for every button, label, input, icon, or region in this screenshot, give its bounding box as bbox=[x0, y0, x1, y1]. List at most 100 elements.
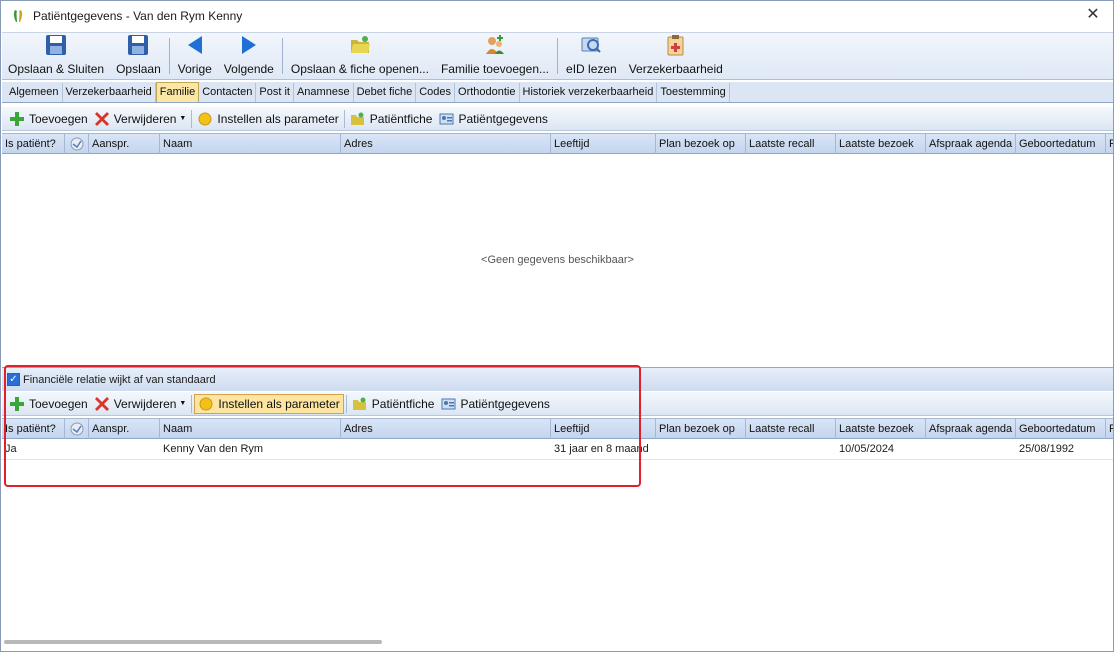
column-header-aanspr[interactable]: Aanspr. bbox=[89, 419, 160, 439]
column-header-plan-bezoek[interactable]: Plan bezoek op bbox=[656, 134, 746, 154]
insurability-button[interactable]: Verzekerbaarheid bbox=[623, 33, 729, 79]
tab-toestemming[interactable]: Toestemming bbox=[657, 83, 730, 102]
remove-label: Verwijderen bbox=[113, 111, 177, 126]
bottom-grid-header: Is patiënt? Aanspr. Naam Adres Leeftijd … bbox=[2, 418, 1113, 439]
tab-orthodontie[interactable]: Orthodontie bbox=[455, 83, 520, 102]
remove-button[interactable]: Verwijderen ▼ bbox=[91, 109, 190, 129]
horizontal-scrollbar[interactable] bbox=[4, 640, 382, 644]
toolbar-separator bbox=[343, 109, 345, 128]
save-icon bbox=[128, 35, 149, 55]
cell-recall bbox=[65, 440, 89, 459]
tab-algemeen[interactable]: Algemeen bbox=[6, 83, 63, 102]
folder-open-icon bbox=[350, 36, 370, 53]
cell-laatste-bezoek: 10/05/2024 bbox=[839, 443, 895, 455]
cell-is-patient: Ja bbox=[5, 443, 17, 455]
column-header-extra[interactable]: F bbox=[1106, 134, 1113, 154]
patient-card-button[interactable]: Patiëntfiche bbox=[347, 109, 436, 129]
patient-card-label: Patiëntfiche bbox=[371, 396, 435, 411]
table-row[interactable]: Ja Kenny Van den Rym 31 jaar en 8 maand … bbox=[2, 440, 1113, 460]
column-header-aanspr[interactable]: Aanspr. bbox=[89, 134, 160, 154]
previous-label: Vorige bbox=[177, 62, 212, 76]
column-header-laatste-recall[interactable]: Laatste recall bbox=[746, 134, 836, 154]
delete-icon bbox=[94, 111, 109, 126]
cell-laatste-recall bbox=[746, 440, 836, 459]
save-open-card-button[interactable]: Opslaan & fiche openen... bbox=[285, 33, 435, 79]
column-header-afspraak[interactable]: Afspraak agenda bbox=[926, 134, 1016, 154]
save-label: Opslaan bbox=[116, 62, 161, 76]
financial-relation-checkbox[interactable]: ✓ bbox=[7, 373, 20, 386]
delete-icon bbox=[94, 396, 109, 411]
financial-relation-bar: ✓ Financiële relatie wijkt af van standa… bbox=[2, 367, 1113, 391]
circle-icon bbox=[198, 112, 212, 125]
add-family-button[interactable]: Familie toevoegen... bbox=[435, 33, 555, 79]
patient-card-button[interactable]: Patiëntfiche bbox=[349, 394, 438, 414]
add-button[interactable]: Toevoegen bbox=[6, 109, 91, 129]
column-header-laatste-recall[interactable]: Laatste recall bbox=[746, 419, 836, 439]
add-button[interactable]: Toevoegen bbox=[6, 394, 91, 414]
next-button[interactable]: Volgende bbox=[218, 33, 280, 79]
tab-strip: Algemeen Verzekerbaarheid Familie Contac… bbox=[2, 82, 1113, 103]
cell-naam: Kenny Van den Rym bbox=[163, 443, 264, 455]
patient-data-button[interactable]: Patiëntgegevens bbox=[437, 394, 552, 414]
remove-label: Verwijderen bbox=[113, 396, 177, 411]
save-close-button[interactable]: Opslaan & Sluiten bbox=[2, 33, 110, 79]
arrow-right-icon bbox=[241, 36, 256, 54]
read-eid-button[interactable]: eID lezen bbox=[560, 33, 623, 79]
add-label: Toevoegen bbox=[29, 396, 88, 411]
patient-data-button[interactable]: Patiëntgegevens bbox=[435, 109, 550, 129]
cell-aanspr bbox=[89, 440, 160, 459]
column-header-laatste-bezoek[interactable]: Laatste bezoek bbox=[836, 134, 926, 154]
tab-debet-fiche[interactable]: Debet fiche bbox=[354, 83, 417, 102]
column-header-afspraak[interactable]: Afspraak agenda bbox=[926, 419, 1016, 439]
tab-contacten[interactable]: Contacten bbox=[199, 83, 257, 102]
app-icon bbox=[13, 10, 23, 22]
column-header-geboortedatum[interactable]: Geboortedatum bbox=[1016, 419, 1106, 439]
financial-toolbar: Toevoegen Verwijderen ▼ Instellen als pa… bbox=[2, 392, 1113, 416]
family-add-icon bbox=[485, 35, 504, 54]
ribbon-toolbar: Opslaan & Sluiten Opslaan Vorige Volgend… bbox=[2, 32, 1113, 80]
column-header-adres[interactable]: Adres bbox=[341, 419, 551, 439]
id-card-icon bbox=[581, 37, 602, 53]
column-header-naam[interactable]: Naam bbox=[160, 419, 341, 439]
patient-card-label: Patiëntfiche bbox=[369, 111, 433, 126]
patient-details-window: Patiëntgegevens - Van den Rym Kenny ✕ Op… bbox=[0, 0, 1114, 652]
tab-familie[interactable]: Familie bbox=[155, 82, 200, 102]
ribbon-separator bbox=[557, 38, 559, 74]
column-header-geboortedatum[interactable]: Geboortedatum bbox=[1016, 134, 1106, 154]
remove-button[interactable]: Verwijderen ▼ bbox=[91, 394, 190, 414]
set-parameter-button[interactable]: Instellen als parameter bbox=[194, 109, 341, 129]
column-header-plan-bezoek[interactable]: Plan bezoek op bbox=[656, 419, 746, 439]
plus-icon bbox=[10, 111, 24, 126]
column-header-is-patient[interactable]: Is patiënt? bbox=[2, 134, 65, 154]
ribbon-separator bbox=[281, 38, 283, 74]
previous-button[interactable]: Vorige bbox=[172, 33, 218, 79]
cell-plan-bezoek bbox=[656, 440, 746, 459]
column-header-adres[interactable]: Adres bbox=[341, 134, 551, 154]
ribbon-separator bbox=[168, 38, 170, 74]
tab-anamnese[interactable]: Anamnese bbox=[294, 83, 354, 102]
folder-icon bbox=[351, 112, 365, 125]
tab-verzekerbaarheid[interactable]: Verzekerbaarheid bbox=[63, 83, 156, 102]
tab-codes[interactable]: Codes bbox=[416, 83, 456, 102]
column-header-leeftijd[interactable]: Leeftijd bbox=[551, 419, 656, 439]
set-parameter-label: Instellen als parameter bbox=[218, 396, 340, 411]
close-icon[interactable]: ✕ bbox=[1085, 7, 1101, 23]
save-button[interactable]: Opslaan bbox=[110, 33, 167, 79]
column-header-recall[interactable] bbox=[65, 134, 89, 154]
column-header-extra[interactable]: F bbox=[1106, 419, 1113, 439]
column-header-laatste-bezoek[interactable]: Laatste bezoek bbox=[836, 419, 926, 439]
financial-relation-label: Financiële relatie wijkt af van standaar… bbox=[23, 373, 216, 386]
set-parameter-label: Instellen als parameter bbox=[217, 111, 339, 126]
column-header-leeftijd[interactable]: Leeftijd bbox=[551, 134, 656, 154]
column-header-naam[interactable]: Naam bbox=[160, 134, 341, 154]
arrow-left-icon bbox=[187, 36, 202, 54]
save-close-label: Opslaan & Sluiten bbox=[8, 62, 105, 76]
top-grid-header: Is patiënt? Aanspr. Naam Adres Leeftijd … bbox=[2, 133, 1113, 154]
tab-post-it[interactable]: Post it bbox=[256, 83, 294, 102]
chevron-down-icon: ▼ bbox=[179, 400, 187, 407]
title-bar: Patiëntgegevens - Van den Rym Kenny ✕ bbox=[1, 1, 1113, 31]
column-header-is-patient[interactable]: Is patiënt? bbox=[2, 419, 65, 439]
tab-historiek-verzekerbaarheid[interactable]: Historiek verzekerbaarheid bbox=[520, 83, 658, 102]
set-parameter-button[interactable]: Instellen als parameter bbox=[194, 393, 344, 414]
column-header-recall[interactable] bbox=[65, 419, 89, 439]
